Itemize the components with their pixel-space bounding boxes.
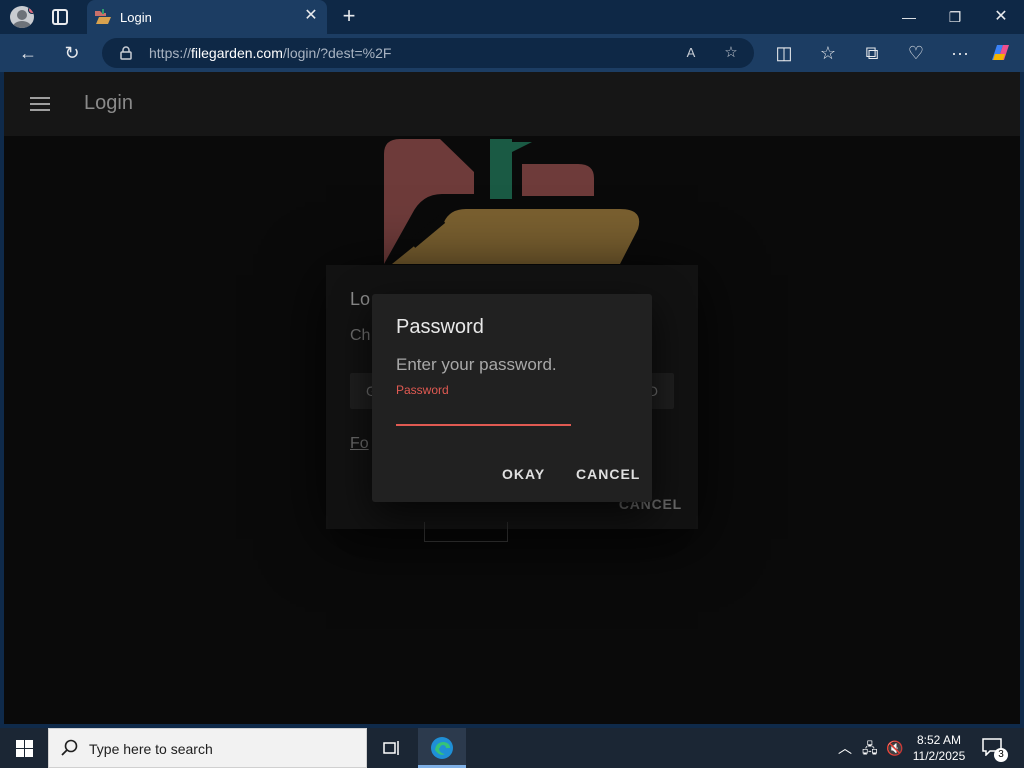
menu-icon[interactable] [30,97,50,111]
lock-icon[interactable] [120,46,132,60]
address-bar[interactable]: https://filegarden.com/login/?dest=%2F A… [102,38,754,68]
windows-start-icon[interactable] [16,740,33,757]
edge-icon [431,737,453,759]
filegarden-favicon-icon [95,9,111,24]
network-icon[interactable]: 🖧 [862,738,878,758]
page-title: Login [84,92,133,114]
tab-login[interactable]: Login ✕ [87,0,327,34]
favorites-icon[interactable]: ☆ [814,40,842,66]
dialog-title: Password [396,316,484,338]
settings-menu-icon[interactable]: ··· [946,40,974,66]
task-view-icon[interactable] [382,738,402,758]
new-tab-button[interactable]: + [338,5,360,28]
password-dialog: Password Enter your password. Password O… [372,294,652,502]
close-window-button[interactable]: ✕ [978,0,1024,34]
notification-count-badge: 3 [994,748,1008,762]
url-text[interactable]: https://filegarden.com/login/?dest=%2F [149,45,391,61]
login-card-title: Lo [350,289,371,309]
password-input[interactable] [396,400,571,426]
forgot-link: Fo [350,435,369,452]
show-hidden-icons-chevron-icon[interactable]: ︿ [838,738,852,758]
refresh-button[interactable]: ↻ [58,40,86,66]
taskbar-clock[interactable]: 8:52 AM 11/2/2025 [906,732,972,764]
taskbar: Type here to search ︿ 🖧 🔇 8:52 AM 11/2/2… [0,728,1024,768]
cancel-button[interactable]: CANCEL [576,466,640,482]
favorite-star-icon[interactable]: ☆ [720,42,742,64]
browser-toolbar: ← ↻ https://filegarden.com/login/?dest=%… [0,34,1024,72]
app-bar: Login [4,72,1020,136]
clock-date: 11/2/2025 [912,749,966,763]
tab-strip: Login ✕ + — ❐ ✕ [0,0,1024,34]
clock-time: 8:52 AM [916,733,962,747]
profile-avatar[interactable] [10,6,34,28]
tab-close-icon[interactable]: ✕ [303,8,319,24]
password-field-label: Password [396,383,449,397]
dialog-message: Enter your password. [396,355,557,374]
taskbar-search-box[interactable]: Type here to search [48,728,367,768]
okay-button[interactable]: OKAY [502,466,545,482]
split-screen-icon[interactable]: ◫ [770,40,798,66]
login-submit-button [424,522,508,542]
browser-essentials-icon[interactable]: ♡ [902,40,930,66]
search-placeholder: Type here to search [89,741,213,757]
copilot-icon[interactable] [988,42,1012,64]
restore-button[interactable]: ❐ [932,0,978,34]
back-button[interactable]: ← [14,40,42,66]
volume-muted-icon[interactable]: 🔇 [886,738,903,758]
filegarden-logo [384,139,640,264]
tab-actions-icon[interactable] [52,9,68,25]
minimize-button[interactable]: — [886,0,932,34]
edge-taskbar-button[interactable] [418,728,466,768]
read-aloud-icon[interactable]: A [680,42,702,64]
tab-title: Login [120,10,152,25]
collections-icon[interactable]: ⧉ [858,40,886,66]
page-viewport: Login Lo Ch G D Fo CANCEL Password Enter… [4,72,1020,724]
browser-window: Login ✕ + — ❐ ✕ ← ↻ https://filegarden.c… [0,0,1024,728]
notification-center-icon[interactable]: 3 [982,738,1008,762]
login-card-subtitle: Ch [350,327,371,344]
search-icon [61,739,78,756]
